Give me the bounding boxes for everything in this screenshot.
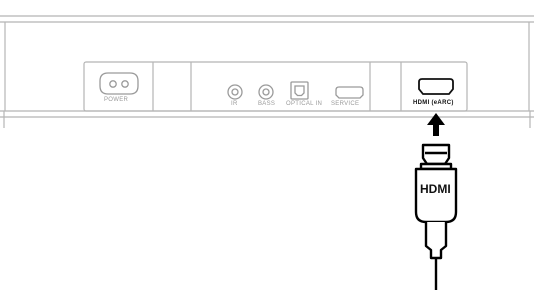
connection-diagram: [0, 15, 534, 290]
service-port-icon: [335, 86, 364, 99]
connector-panel: [83, 61, 468, 112]
optical-in-icon: [290, 81, 309, 100]
hdmi-earc-port-icon: [418, 78, 454, 95]
power-label: POWER: [104, 97, 129, 103]
diagram-canvas: POWER IR BASS OPTICAL IN SERVICE HDMI (e…: [0, 0, 534, 290]
optical-in-label: OPTICAL IN: [286, 101, 323, 107]
hdmi-earc-label: HDMI (eARC): [413, 100, 454, 106]
service-label: SERVICE: [331, 101, 360, 107]
ir-label: IR: [231, 101, 238, 107]
hdmi-cable: [414, 143, 458, 290]
power-inlet-icon: [99, 72, 139, 95]
bass-label: BASS: [258, 101, 276, 107]
hdmi-cable-label: HDMI: [420, 182, 451, 196]
bass-jack-icon: [258, 84, 274, 100]
ir-jack-icon: [227, 84, 243, 100]
